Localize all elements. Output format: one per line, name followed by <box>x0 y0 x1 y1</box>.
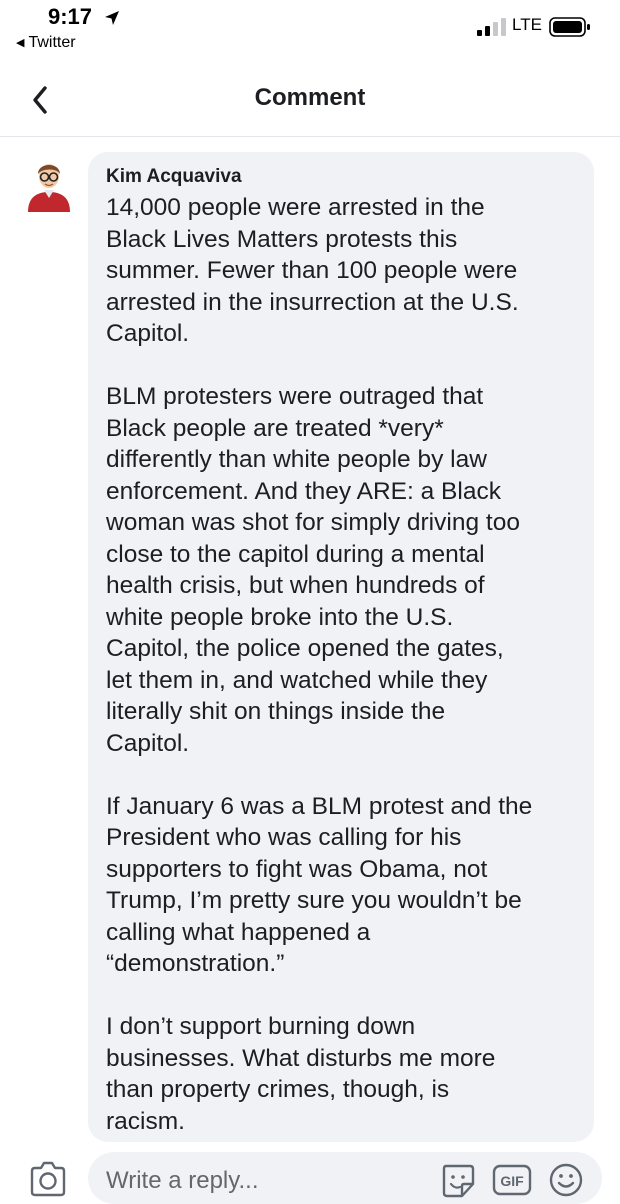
back-to-twitter-link[interactable]: ◀ Twitter <box>16 34 76 52</box>
status-bar: 9:17 ◀ Twitter LTE <box>0 0 620 62</box>
battery-icon <box>549 17 590 37</box>
status-time: 9:17 <box>48 4 93 29</box>
nav-header: Comment <box>0 62 620 137</box>
comment-paragraph: I don’t support burning down businesses.… <box>106 1013 496 1135</box>
back-app-label: Twitter <box>28 34 76 51</box>
cellular-signal-icon <box>477 18 506 36</box>
comment-body: 14,000 people were arrested in the Black… <box>106 192 590 1137</box>
location-arrow-icon <box>105 11 119 25</box>
page-title: Comment <box>254 84 366 111</box>
network-type: LTE <box>512 15 542 34</box>
avatar[interactable] <box>24 154 74 214</box>
comment-paragraph: 14,000 people were arrested in the Black… <box>106 194 519 347</box>
reply-placeholder: Write a reply... <box>106 1167 259 1194</box>
gif-label: GIF <box>500 1173 524 1189</box>
comment-paragraph: If January 6 was a BLM protest and the P… <box>106 792 533 978</box>
comment-bubble: Kim Acquaviva 14,000 people were arreste… <box>88 152 594 1142</box>
gif-icon[interactable]: GIF <box>492 1164 532 1196</box>
emoji-icon[interactable] <box>548 1162 584 1198</box>
comment-paragraph: BLM protesters were outraged that Black … <box>106 383 520 757</box>
sticker-icon[interactable] <box>440 1162 476 1200</box>
back-triangle-icon: ◀ <box>16 37 25 49</box>
comment-author[interactable]: Kim Acquaviva <box>106 166 242 188</box>
camera-icon[interactable] <box>28 1161 68 1197</box>
reply-input[interactable]: Write a reply... GIF <box>88 1152 602 1204</box>
reply-composer: Write a reply... GIF <box>0 1148 620 1204</box>
